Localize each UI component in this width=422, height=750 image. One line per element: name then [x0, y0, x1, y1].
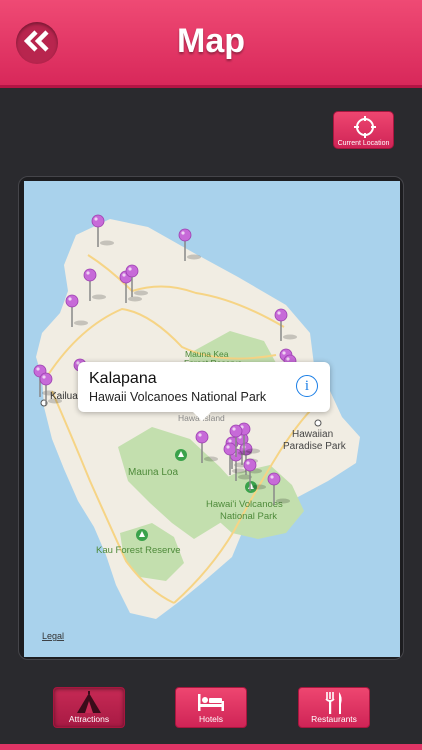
- crosshair-icon: [354, 116, 376, 143]
- tab-label: Attractions: [68, 714, 110, 724]
- map-callout[interactable]: Kalapana Hawaii Volcanoes National Park …: [78, 362, 330, 421]
- map-label-volcanoes: Hawai'i Volcanoes: [206, 499, 283, 510]
- map-label-national-park: National Park: [220, 511, 277, 522]
- callout-title: Kalapana: [89, 370, 157, 387]
- fork-knife-icon: [299, 691, 369, 715]
- info-icon[interactable]: i: [296, 375, 318, 397]
- bottom-accent-line: [0, 744, 422, 750]
- tab-label: Restaurants: [311, 714, 357, 724]
- callout-subtitle: Hawaii Volcanoes National Park: [89, 390, 267, 404]
- page-title: Map: [177, 22, 245, 60]
- tent-icon: [54, 691, 124, 715]
- park-tree-icon: [175, 449, 187, 461]
- map-label-paradise-park: Paradise Park: [283, 441, 347, 452]
- bottom-tab-bar: Attractions Hotels Restaurants: [0, 672, 422, 750]
- current-location-button[interactable]: Current Location: [333, 111, 394, 149]
- tab-attractions[interactable]: Attractions: [53, 687, 125, 728]
- map-canvas[interactable]: Mauna Kea Forest Reserve Kailua Hawa Isl…: [24, 181, 400, 657]
- town-marker: [314, 419, 322, 427]
- map-label-kau-forest: Kau Forest Reserve: [96, 545, 180, 556]
- park-tree-icon: [136, 529, 148, 541]
- map-label-mauna-loa: Mauna Loa: [128, 467, 178, 478]
- bed-icon: [176, 691, 246, 713]
- tab-label: Hotels: [198, 714, 224, 724]
- tab-hotels[interactable]: Hotels: [175, 687, 247, 728]
- tab-restaurants[interactable]: Restaurants: [298, 687, 370, 728]
- legal-link[interactable]: Legal: [42, 631, 64, 641]
- map-view[interactable]: Mauna Kea Forest Reserve Kailua Hawa Isl…: [18, 176, 404, 660]
- current-location-label: Current Location: [337, 140, 390, 147]
- map-label-hawaiian: Hawaiian: [292, 429, 333, 440]
- top-bar: Map: [0, 0, 422, 88]
